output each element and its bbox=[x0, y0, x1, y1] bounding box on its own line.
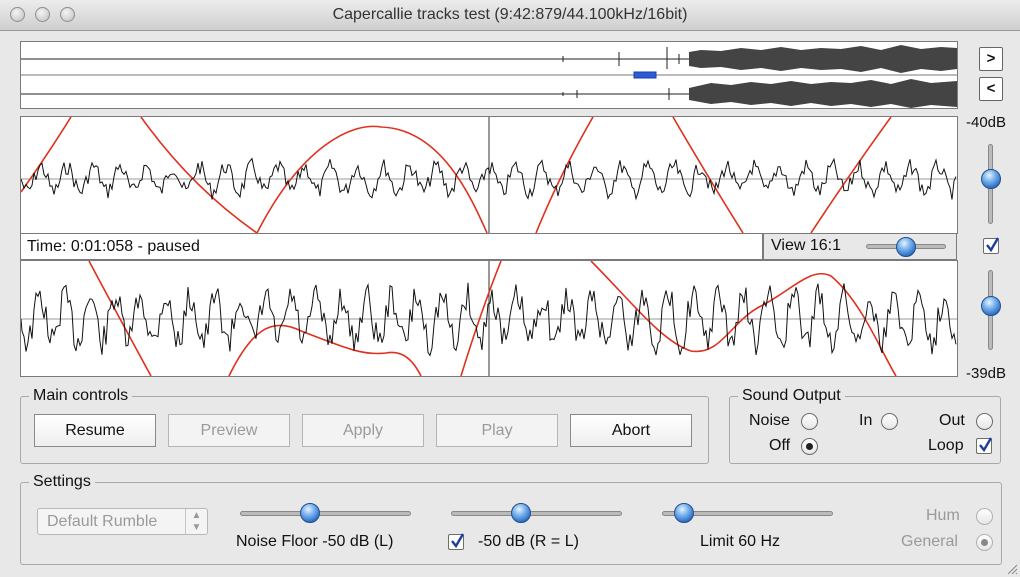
bottom-channel-waveform-graphic bbox=[20, 260, 957, 377]
hum-radio[interactable] bbox=[976, 508, 993, 525]
view-zoom-slider-knob[interactable] bbox=[896, 237, 916, 257]
play-button[interactable]: Play bbox=[436, 414, 558, 447]
bottom-channel-waveform[interactable] bbox=[20, 260, 958, 377]
resume-button[interactable]: Resume bbox=[34, 414, 156, 447]
in-radio[interactable] bbox=[881, 413, 898, 430]
playback-status: Time: 0:01:058 - paused bbox=[20, 233, 763, 260]
in-label: In bbox=[859, 412, 873, 429]
main-controls-legend: Main controls bbox=[33, 387, 129, 404]
sound-output-legend: Sound Output bbox=[742, 387, 841, 404]
bottom-gain-slider-knob[interactable] bbox=[981, 296, 1001, 316]
noise-floor-right-slider-track[interactable] bbox=[451, 511, 622, 516]
preview-button[interactable]: Preview bbox=[168, 414, 290, 447]
loop-checkbox[interactable] bbox=[976, 437, 992, 454]
noise-radio[interactable] bbox=[801, 413, 818, 430]
settings-legend: Settings bbox=[33, 473, 91, 490]
noise-floor-right-label: -50 dB (R = L) bbox=[478, 533, 579, 550]
noise-floor-left-label: Noise Floor -50 dB (L) bbox=[236, 533, 394, 550]
title-bar: Capercallie tracks test (9:42:879/44.100… bbox=[0, 0, 1020, 31]
apply-button[interactable]: Apply bbox=[302, 414, 424, 447]
general-radio[interactable] bbox=[976, 534, 993, 551]
updown-arrows-icon: ▲ ▼ bbox=[185, 509, 207, 534]
preset-popup-value: Default Rumble bbox=[47, 513, 158, 530]
noise-label: Noise bbox=[749, 412, 790, 429]
hum-label: Hum bbox=[926, 507, 960, 524]
top-db-label: -40dB bbox=[966, 114, 1007, 131]
out-radio[interactable] bbox=[976, 413, 993, 430]
window-title: Capercallie tracks test (9:42:879/44.100… bbox=[332, 6, 688, 23]
off-label: Off bbox=[769, 437, 791, 454]
resize-grip-icon[interactable] bbox=[1006, 563, 1018, 575]
top-channel-waveform-graphic bbox=[20, 116, 957, 234]
abort-button[interactable]: Abort bbox=[570, 414, 692, 447]
noise-floor-right-slider-knob[interactable] bbox=[511, 503, 531, 523]
next-segment-button[interactable]: > bbox=[979, 47, 1003, 71]
off-radio[interactable] bbox=[801, 438, 818, 455]
limit-frequency-slider-knob[interactable] bbox=[674, 503, 694, 523]
view-zoom-control: View 16:1 bbox=[763, 233, 957, 260]
link-channels-checkbox[interactable] bbox=[983, 237, 999, 254]
limit-frequency-label: Limit 60 Hz bbox=[700, 533, 781, 550]
loop-label: Loop bbox=[928, 437, 964, 454]
overview-waveform-graphic bbox=[21, 45, 957, 108]
general-label: General bbox=[901, 533, 958, 550]
noise-floor-left-slider-knob[interactable] bbox=[300, 503, 320, 523]
top-gain-slider-knob[interactable] bbox=[981, 169, 1001, 189]
right-equals-left-checkbox[interactable] bbox=[448, 533, 464, 550]
top-channel-waveform[interactable] bbox=[20, 116, 958, 234]
bottom-db-label: -39dB bbox=[966, 365, 1007, 382]
out-label: Out bbox=[939, 412, 965, 429]
noise-floor-left-slider-track[interactable] bbox=[240, 511, 411, 516]
view-zoom-label: View 16:1 bbox=[771, 237, 841, 254]
preset-popup[interactable]: Default Rumble ▲ ▼ bbox=[37, 508, 208, 535]
previous-segment-button[interactable]: < bbox=[979, 77, 1003, 101]
overview-waveform[interactable] bbox=[20, 41, 958, 109]
